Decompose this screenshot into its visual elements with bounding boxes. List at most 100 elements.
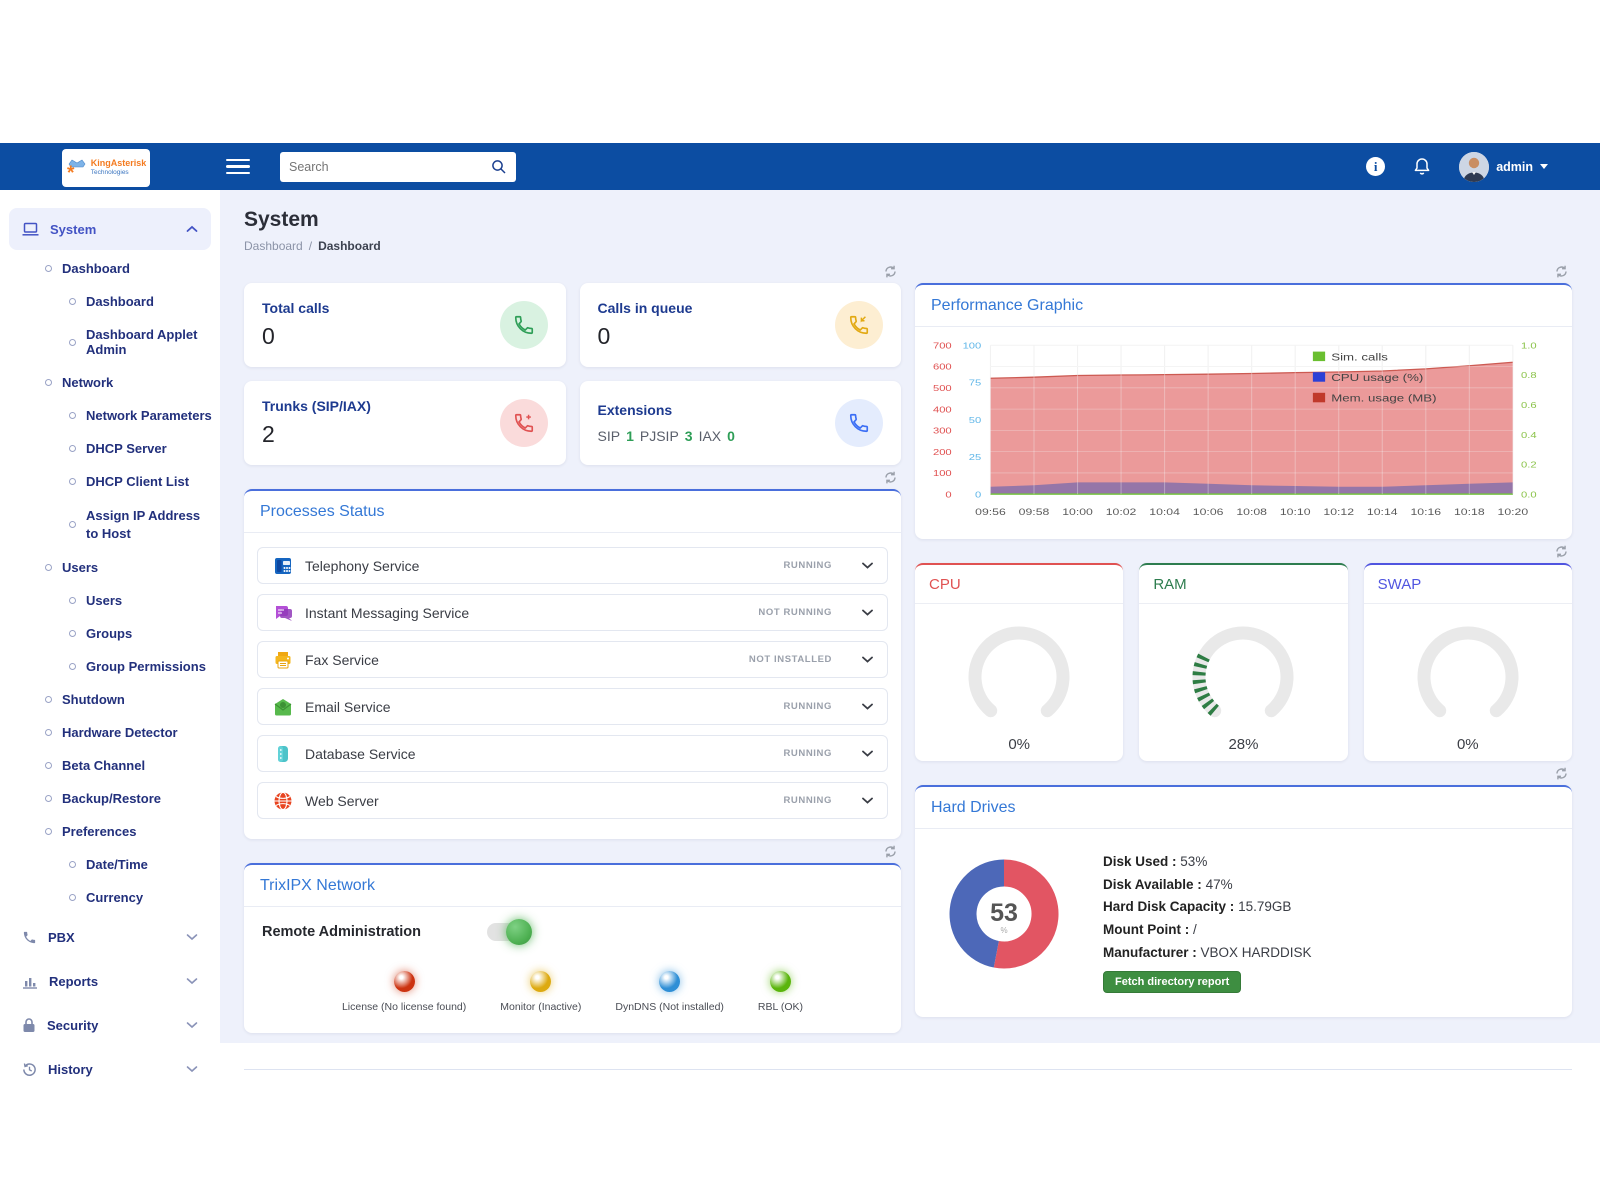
sidebar-item-network-parameters[interactable]: Network Parameters (0, 399, 220, 432)
printer-icon (272, 649, 294, 671)
monitor-icon (22, 222, 39, 237)
fetch-directory-report-button[interactable]: Fetch directory report (1103, 971, 1241, 993)
svg-text:10:06: 10:06 (1193, 507, 1224, 517)
info-icon[interactable]: i (1366, 157, 1385, 176)
hard-drive-info: Disk Used : 53% Disk Available : 47% Har… (1103, 851, 1312, 993)
bottom-whitespace (0, 1043, 1600, 1200)
sidebar-item-dashboard-applet-admin[interactable]: Dashboard Applet Admin (0, 318, 220, 366)
processes-status-card: Processes Status Telephony Service RUNNI… (244, 489, 901, 839)
process-row-telephony[interactable]: Telephony Service RUNNING (257, 547, 888, 584)
search-icon[interactable] (491, 159, 507, 175)
sidebar-item-shutdown[interactable]: Shutdown (0, 683, 220, 716)
svg-text:%: % (1000, 926, 1007, 935)
refresh-trixipx-icon[interactable] (883, 844, 898, 859)
sidebar-item-users-sub[interactable]: Users (0, 584, 220, 617)
svg-text:0.2: 0.2 (1521, 461, 1537, 471)
process-row-web-server[interactable]: Web Server RUNNING (257, 782, 888, 819)
sidebar-item-group-permissions[interactable]: Group Permissions (0, 650, 220, 683)
chevron-down-icon[interactable] (862, 703, 873, 710)
svg-text:10:12: 10:12 (1323, 507, 1354, 517)
phone-icon (835, 399, 883, 447)
status-badge: RUNNING (783, 748, 832, 759)
status-led-row: License (No license found) Monitor (Inac… (262, 971, 883, 1013)
avatar[interactable] (1459, 152, 1489, 182)
hard-drives-title: Hard Drives (915, 787, 1572, 829)
logo-name: KingAsterisk (91, 159, 147, 168)
dyndns-led: DynDNS (Not installed) (615, 971, 724, 1013)
sidebar-item-dashboard[interactable]: Dashboard (0, 252, 220, 285)
sidebar-item-reports[interactable]: Reports (9, 960, 211, 1002)
chat-bubbles-icon (272, 602, 294, 624)
add-call-icon (500, 399, 548, 447)
sidebar-item-dhcp-server[interactable]: DHCP Server (0, 432, 220, 465)
svg-text:10:16: 10:16 (1410, 507, 1441, 517)
led-yellow-icon (530, 971, 551, 992)
led-red-icon (394, 971, 415, 992)
svg-text:700: 700 (933, 341, 952, 351)
page-title: System (244, 208, 1572, 232)
chevron-down-icon[interactable] (862, 750, 873, 757)
hard-drives-card: Hard Drives 53% Disk Used : 53% Disk Ava… (915, 785, 1572, 1017)
top-navbar: * KingAsterisk Technologies i (0, 143, 1600, 190)
sidebar-item-users[interactable]: Users (0, 551, 220, 584)
disk-usage-donut: 53% (941, 851, 1067, 977)
process-row-instant-messaging[interactable]: Instant Messaging Service NOT RUNNING (257, 594, 888, 631)
swap-gauge (1407, 620, 1529, 732)
trixipx-network-card: TrixIPX Network Remote Administration Li… (244, 863, 901, 1033)
breadcrumb-dashboard-link[interactable]: Dashboard (244, 239, 303, 253)
svg-text:10:10: 10:10 (1280, 507, 1311, 517)
refresh-gauges-icon[interactable] (1554, 544, 1569, 559)
svg-text:1.0: 1.0 (1521, 341, 1537, 351)
chevron-down-icon[interactable] (862, 797, 873, 804)
sidebar-item-assign-ip-address-to-host[interactable]: Assign IP Address to Host (0, 498, 220, 551)
chevron-down-icon[interactable] (862, 562, 873, 569)
ram-gauge (1182, 620, 1304, 732)
app-logo[interactable]: * KingAsterisk Technologies (62, 149, 150, 187)
process-row-fax[interactable]: Fax Service NOT INSTALLED (257, 641, 888, 678)
performance-graphic-card: Performance Graphic 01002003004005006007… (915, 283, 1572, 539)
ram-title: RAM (1139, 565, 1347, 604)
top-whitespace (0, 0, 1600, 143)
sidebar-item-backup-restore[interactable]: Backup/Restore (0, 782, 220, 815)
menu-toggle-icon[interactable] (226, 155, 250, 179)
sidebar-item-system[interactable]: System (9, 208, 211, 250)
sidebar-item-security[interactable]: Security (9, 1004, 211, 1046)
database-icon (272, 743, 294, 765)
remote-administration-label: Remote Administration (262, 924, 421, 940)
svg-text:0: 0 (945, 490, 952, 500)
status-badge: NOT RUNNING (758, 607, 832, 618)
refresh-stats-icon[interactable] (883, 264, 898, 279)
notifications-bell-icon[interactable] (1412, 156, 1432, 177)
calls-in-queue-value: 0 (598, 323, 693, 350)
sidebar-item-dashboard-sub[interactable]: Dashboard (0, 285, 220, 318)
sidebar-item-hardware-detector[interactable]: Hardware Detector (0, 716, 220, 749)
process-row-email[interactable]: Email Service RUNNING (257, 688, 888, 725)
refresh-hard-drives-icon[interactable] (1554, 766, 1569, 781)
refresh-performance-icon[interactable] (1554, 264, 1569, 279)
license-led: License (No license found) (342, 971, 466, 1013)
svg-text:10:20: 10:20 (1498, 507, 1529, 517)
chevron-down-icon[interactable] (862, 656, 873, 663)
swap-gauge-card: SWAP 0% (1364, 563, 1572, 761)
svg-text:Mem. usage (MB): Mem. usage (MB) (1331, 392, 1436, 404)
search-input[interactable] (289, 160, 491, 174)
extensions-values: SIP1 PJSIP3 IAX0 (598, 428, 735, 444)
sidebar-item-pbx[interactable]: PBX (9, 916, 211, 958)
cpu-gauge (958, 620, 1080, 732)
admin-label: admin (1496, 160, 1533, 174)
sidebar-item-preferences[interactable]: Preferences (0, 815, 220, 848)
sidebar-item-dhcp-client-list[interactable]: DHCP Client List (0, 465, 220, 498)
remote-administration-toggle[interactable] (487, 923, 529, 941)
sidebar-item-history[interactable]: History (9, 1048, 211, 1090)
sidebar-item-groups[interactable]: Groups (0, 617, 220, 650)
chevron-down-icon[interactable] (862, 609, 873, 616)
user-menu[interactable]: admin (1459, 152, 1548, 182)
process-row-database[interactable]: Database Service RUNNING (257, 735, 888, 772)
sidebar-item-date-time[interactable]: Date/Time (0, 848, 220, 881)
left-column: Total calls 0 Calls in queue 0 (244, 259, 901, 1033)
sidebar-item-beta-channel[interactable]: Beta Channel (0, 749, 220, 782)
sidebar-item-network[interactable]: Network (0, 366, 220, 399)
svg-text:0.0: 0.0 (1521, 490, 1537, 500)
refresh-processes-icon[interactable] (883, 470, 898, 485)
sidebar-item-currency[interactable]: Currency (0, 881, 220, 914)
